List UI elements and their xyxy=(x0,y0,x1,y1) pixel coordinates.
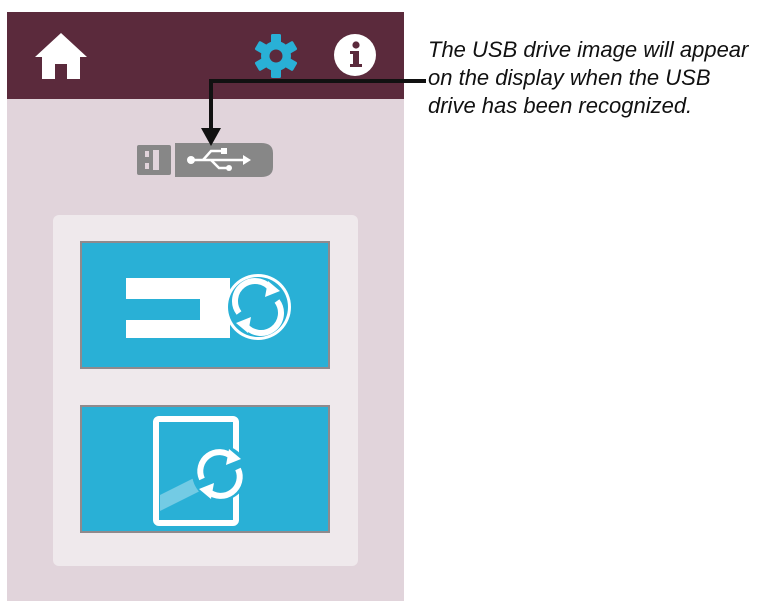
callout-text: The USB drive image will appear on the d… xyxy=(428,37,749,118)
